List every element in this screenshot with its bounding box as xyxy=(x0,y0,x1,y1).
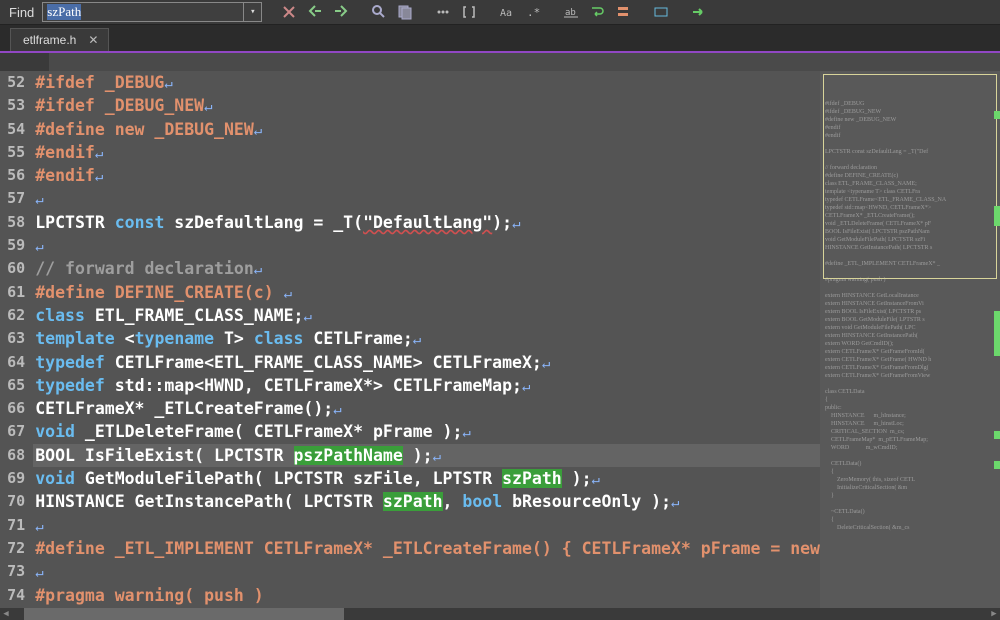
line-number: 73 xyxy=(0,560,33,583)
match-case-icon[interactable]: Aa xyxy=(496,2,518,22)
find-input-wrap: ▾ xyxy=(42,2,262,22)
find-input[interactable] xyxy=(43,3,243,21)
minimap[interactable]: #ifdef _DEBUG #ifdef _DEBUG_NEW #define … xyxy=(820,71,1000,608)
line-number: 60 xyxy=(0,257,33,280)
find-next-icon[interactable] xyxy=(330,2,352,22)
close-icon[interactable]: ✕ xyxy=(88,33,98,47)
line-number: 70 xyxy=(0,490,33,513)
line-number: 63 xyxy=(0,327,33,350)
line-number: 62 xyxy=(0,304,33,327)
search-match: pszPathName xyxy=(294,446,403,465)
minimap-marker xyxy=(994,431,1000,439)
line-number: 65 xyxy=(0,374,33,397)
find-prev-icon[interactable] xyxy=(304,2,326,22)
search-match: szPath xyxy=(383,492,443,511)
current-line[interactable]: BOOL IsFileExist( LPCTSTR pszPathName );… xyxy=(33,444,820,467)
count-matches-icon[interactable] xyxy=(612,2,634,22)
line-number: 53 xyxy=(0,94,33,117)
scrollbar-track[interactable] xyxy=(24,608,976,620)
tab-etlframe[interactable]: etlframe.h ✕ xyxy=(10,28,109,51)
line-number: 61 xyxy=(0,281,33,304)
line-number: 57 xyxy=(0,187,33,210)
line-number: 55 xyxy=(0,141,33,164)
option-brackets-icon[interactable] xyxy=(458,2,480,22)
svg-text:Aa: Aa xyxy=(500,8,512,19)
line-number: 66 xyxy=(0,397,33,420)
tab-label: etlframe.h xyxy=(23,33,76,47)
tab-bar: etlframe.h ✕ xyxy=(0,25,1000,53)
horizontal-scrollbar[interactable]: ◀ ▶ xyxy=(0,608,1000,620)
line-number: 64 xyxy=(0,351,33,374)
scroll-right-icon[interactable]: ▶ xyxy=(988,608,1000,620)
whole-word-icon[interactable]: ab xyxy=(560,2,582,22)
line-number: 68 xyxy=(0,444,33,467)
scroll-left-icon[interactable]: ◀ xyxy=(0,608,12,620)
minimap-marker xyxy=(994,206,1000,226)
code-editor[interactable]: #ifdef _DEBUG↵ #ifdef _DEBUG_NEW↵ #defin… xyxy=(33,71,820,608)
line-number: 74 xyxy=(0,584,33,607)
line-number: 72 xyxy=(0,537,33,560)
wrap-icon[interactable] xyxy=(586,2,608,22)
incremental-search-icon[interactable] xyxy=(368,2,390,22)
minimap-marker xyxy=(994,461,1000,469)
scrollbar-thumb[interactable] xyxy=(24,608,344,620)
line-number: 69 xyxy=(0,467,33,490)
find-label: Find xyxy=(5,5,38,20)
line-number: 67 xyxy=(0,420,33,443)
line-number: 58 xyxy=(0,211,33,234)
find-toolbar: Find ▾ Aa .* ab xyxy=(0,0,1000,25)
goto-icon[interactable] xyxy=(688,2,710,22)
line-number: 54 xyxy=(0,118,33,141)
regex-icon[interactable]: .* xyxy=(522,2,544,22)
option-dots-icon[interactable] xyxy=(432,2,454,22)
line-number: 71 xyxy=(0,514,33,537)
minimap-marker xyxy=(994,111,1000,119)
find-dropdown-icon[interactable]: ▾ xyxy=(243,3,261,21)
minimap-viewport[interactable] xyxy=(823,74,997,279)
close-search-icon[interactable] xyxy=(278,2,300,22)
search-all-icon[interactable] xyxy=(394,2,416,22)
line-number: 59 xyxy=(0,234,33,257)
line-number: 52 xyxy=(0,71,33,94)
line-number: 56 xyxy=(0,164,33,187)
ruler xyxy=(49,53,1000,71)
editor-area: 5253545556575859606162636465666768697071… xyxy=(0,71,1000,608)
minimap-marker xyxy=(994,311,1000,356)
search-match: szPath xyxy=(502,469,562,488)
line-number-gutter: 5253545556575859606162636465666768697071… xyxy=(0,71,33,608)
svg-text:.*: .* xyxy=(527,6,540,19)
advanced-icon[interactable] xyxy=(650,2,672,22)
